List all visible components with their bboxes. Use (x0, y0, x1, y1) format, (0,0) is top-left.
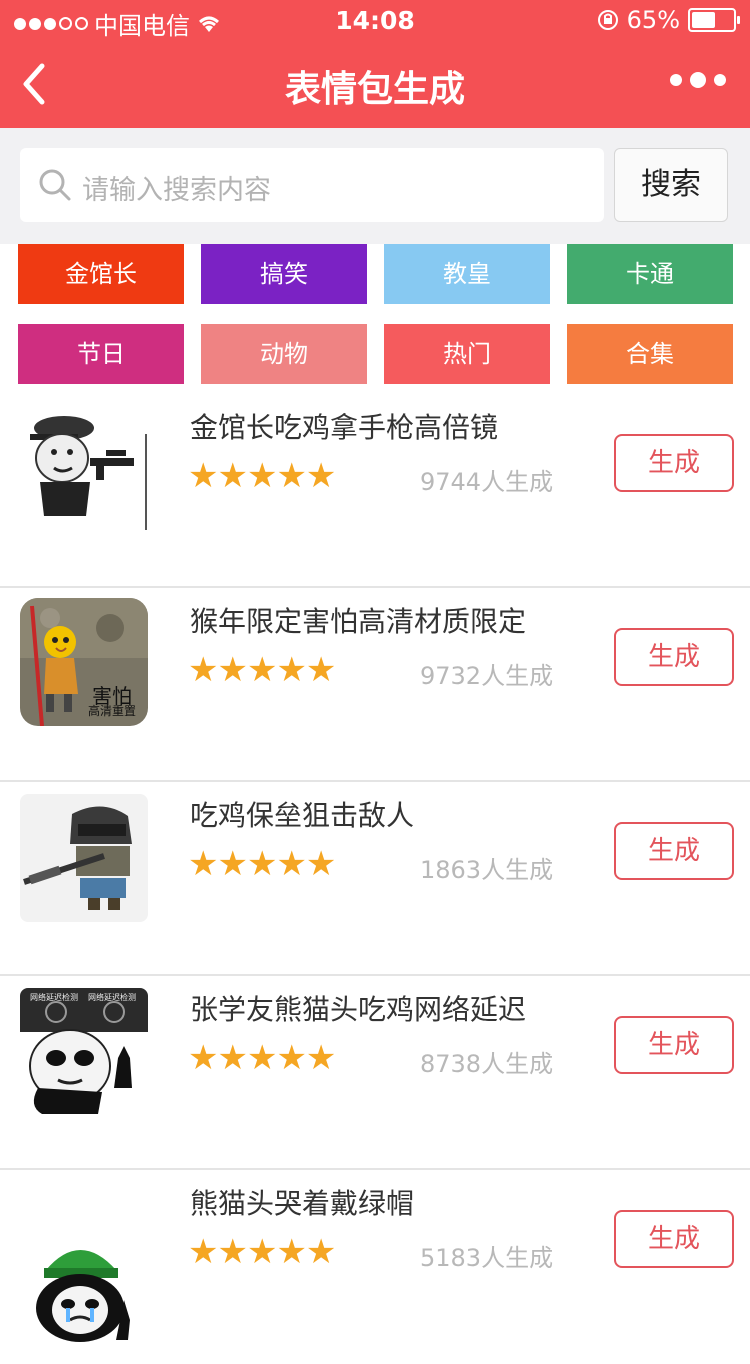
thumb-caption: 网络延迟检测 (30, 993, 78, 1002)
category-button[interactable]: 热门 (384, 324, 550, 384)
generate-count: 9732人生成 (420, 662, 554, 690)
category-button[interactable]: 动物 (201, 324, 367, 384)
list-item[interactable]: 金馆长吃鸡拿手枪高倍镜 ★★★★★ 9744人生成 生成 (0, 394, 750, 588)
battery-percent: 65% (626, 6, 680, 34)
generate-count: 5183人生成 (420, 1244, 554, 1272)
generate-count: 9744人生成 (420, 468, 554, 496)
more-dots-icon[interactable] (670, 72, 726, 88)
list-item[interactable]: 害怕 高清重置 猴年限定害怕高清材质限定 ★★★★★ 9732人生成 生成 (0, 588, 750, 782)
search-input[interactable]: 请输入搜索内容 (20, 148, 604, 222)
item-title: 猴年限定害怕高清材质限定 (190, 605, 527, 638)
battery-icon (688, 8, 740, 32)
generate-button[interactable]: 生成 (614, 822, 734, 880)
meme-monkey-thumbnail: 害怕 高清重置 (20, 598, 148, 726)
list-item[interactable]: 熊猫头哭着戴绿帽 ★★★★★ 5183人生成 生成 (0, 1170, 750, 1364)
item-title: 熊猫头哭着戴绿帽 (190, 1187, 415, 1220)
star-rating: ★★★★★ (188, 844, 336, 884)
category-button[interactable]: 教皇 (384, 244, 550, 304)
search-placeholder: 请输入搜索内容 (82, 175, 271, 206)
category-button[interactable]: 卡通 (567, 244, 733, 304)
battery-area: 65% (597, 6, 740, 34)
search-button[interactable]: 搜索 (614, 148, 728, 222)
item-title: 金馆长吃鸡拿手枪高倍镜 (190, 411, 499, 444)
generate-button[interactable]: 生成 (614, 628, 734, 686)
category-button[interactable]: 合集 (567, 324, 733, 384)
star-rating: ★★★★★ (188, 456, 336, 496)
generate-count: 1863人生成 (420, 856, 554, 884)
generate-button[interactable]: 生成 (614, 434, 734, 492)
search-icon (39, 169, 71, 201)
meme-panda-network-thumbnail: 网络延迟检测 网络延迟检测 (20, 988, 148, 1116)
list-item[interactable]: 网络延迟检测 网络延迟检测 张学友熊猫头吃鸡网络延迟 ★★★★★ 8738人生成… (0, 976, 750, 1170)
meme-gun-thumbnail (20, 406, 148, 534)
meme-panda-greenhat-thumbnail (20, 1230, 148, 1358)
search-bar: 请输入搜索内容 搜索 (0, 128, 750, 244)
list-item[interactable]: 吃鸡保垒狙击敌人 ★★★★★ 1863人生成 生成 (0, 782, 750, 976)
page-title: 表情包生成 (284, 69, 465, 110)
thumb-caption: 高清重置 (88, 704, 137, 718)
item-title: 吃鸡保垒狙击敌人 (190, 799, 415, 832)
item-title: 张学友熊猫头吃鸡网络延迟 (190, 993, 527, 1026)
status-bar: 中国电信 14:08 65% (0, 0, 750, 40)
star-rating: ★★★★★ (188, 1232, 336, 1272)
meme-template-list: 金馆长吃鸡拿手枪高倍镜 ★★★★★ 9744人生成 生成 害怕 高清重置 猴年限… (0, 394, 750, 1364)
nav-bar: 表情包生成 (0, 40, 750, 128)
star-rating: ★★★★★ (188, 650, 336, 690)
category-button[interactable]: 金馆长 (18, 244, 184, 304)
orientation-lock-icon (597, 10, 618, 30)
star-rating: ★★★★★ (188, 1038, 336, 1078)
generate-button[interactable]: 生成 (614, 1016, 734, 1074)
category-button[interactable]: 节日 (18, 324, 184, 384)
category-button[interactable]: 搞笑 (201, 244, 367, 304)
meme-helmet-rifle-thumbnail (20, 794, 148, 922)
generate-count: 8738人生成 (420, 1050, 554, 1078)
generate-button[interactable]: 生成 (614, 1210, 734, 1268)
thumb-caption: 网络延迟检测 (88, 993, 136, 1002)
